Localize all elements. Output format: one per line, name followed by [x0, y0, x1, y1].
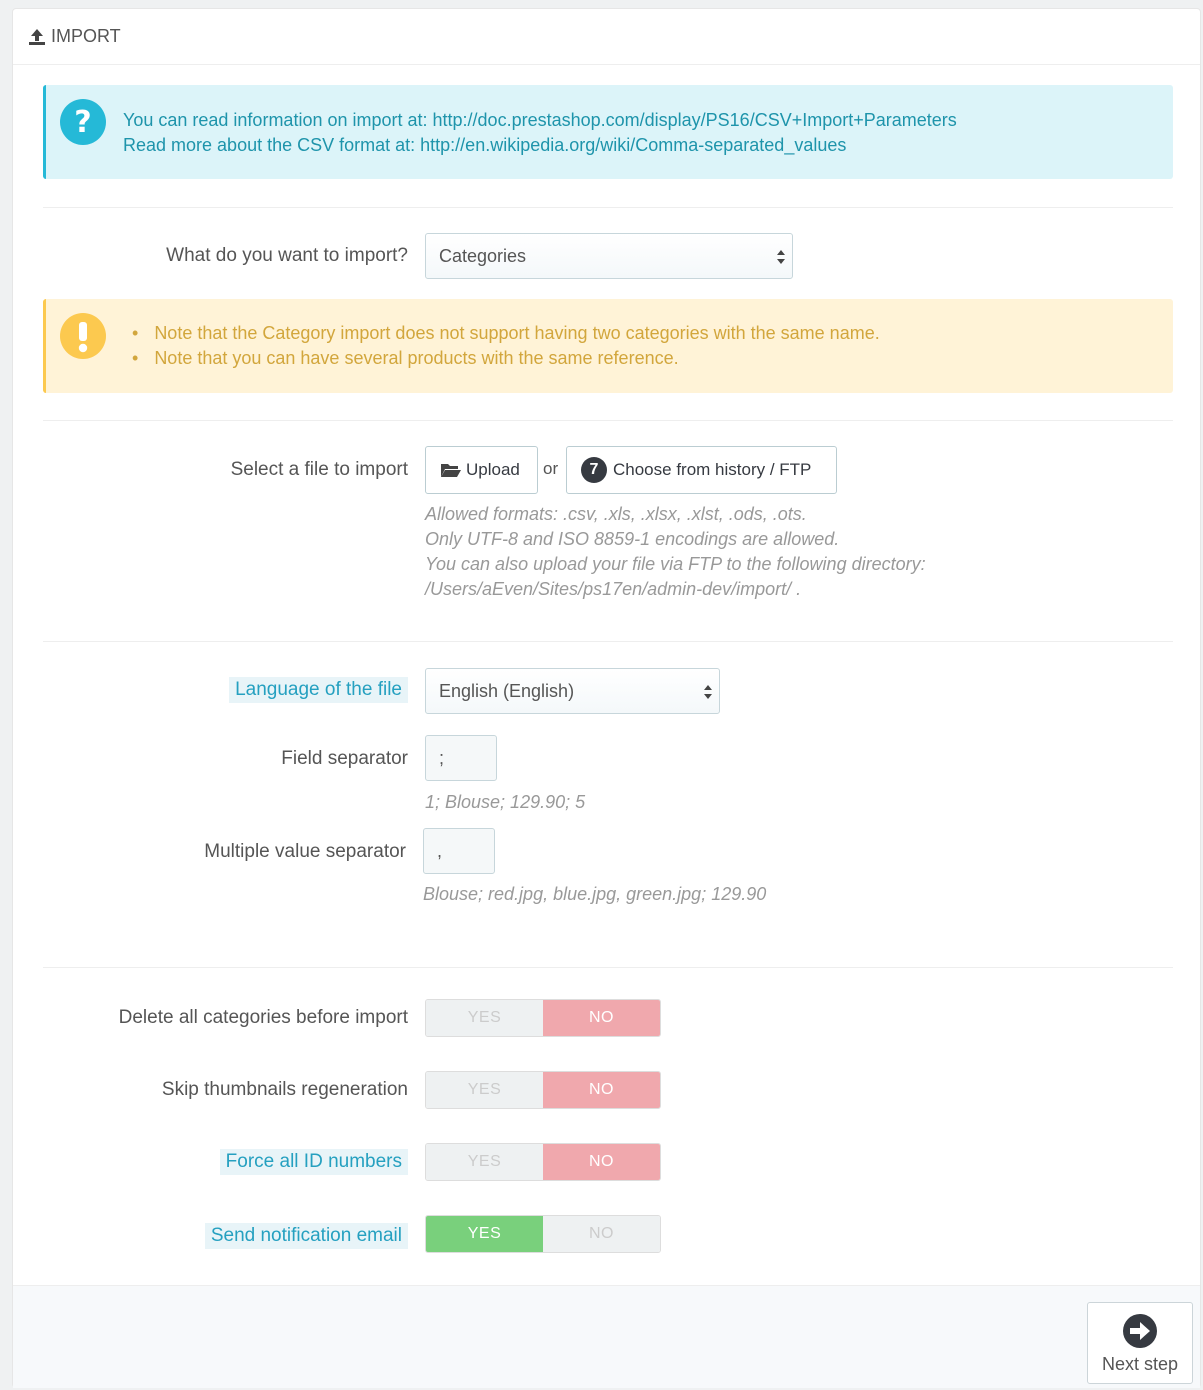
- send-email-switch[interactable]: YES NO: [425, 1215, 661, 1253]
- field-separator-help: 1; Blouse; 129.90; 5: [425, 792, 586, 812]
- history-button[interactable]: 7 Choose from history / FTP: [566, 446, 837, 494]
- skip-thumbnails-switch[interactable]: YES NO: [425, 1071, 661, 1109]
- send-email-label[interactable]: Send notification email: [204, 1223, 408, 1249]
- exclamation-icon: [60, 313, 106, 359]
- switch-no-option[interactable]: NO: [543, 1072, 660, 1108]
- switch-yes-option[interactable]: YES: [426, 1216, 543, 1252]
- field-separator-value: ;: [439, 747, 445, 768]
- warning-alert: Note that the Category import does not s…: [43, 299, 1173, 393]
- file-help-line: Allowed formats: .csv, .xls, .xlsx, .xls…: [425, 504, 807, 524]
- divider: [43, 641, 1173, 642]
- entity-label: What do you want to import?: [166, 245, 408, 266]
- next-step-label: Next step: [1101, 1353, 1179, 1374]
- multi-separator-label: Multiple value separator: [204, 841, 406, 862]
- switch-yes-option[interactable]: YES: [426, 1000, 543, 1036]
- switch-no-option[interactable]: NO: [543, 1000, 660, 1036]
- language-select-value: English (English): [439, 680, 575, 701]
- svg-text:?: ?: [74, 105, 91, 140]
- field-separator-label: Field separator: [281, 748, 408, 769]
- multi-separator-help: Blouse; red.jpg, blue.jpg, green.jpg; 12…: [423, 884, 767, 904]
- force-ids-switch[interactable]: YES NO: [425, 1143, 661, 1181]
- panel-footer: Next step: [13, 1285, 1200, 1388]
- import-panel: IMPORT ? You can read information on imp…: [12, 8, 1201, 1388]
- file-help-line: Only UTF-8 and ISO 8859-1 encodings are …: [425, 529, 840, 549]
- upload-label: Upload: [466, 460, 520, 479]
- divider: [43, 967, 1173, 968]
- file-help-line: /Users/aEven/Sites/ps17en/admin-dev/impo…: [425, 579, 802, 599]
- switch-no-option[interactable]: NO: [543, 1216, 660, 1252]
- select-arrows-icon: [704, 685, 712, 699]
- next-step-button[interactable]: Next step: [1087, 1302, 1193, 1384]
- switch-yes-option[interactable]: YES: [426, 1144, 543, 1180]
- history-label: Choose from history / FTP: [613, 460, 812, 479]
- info-alert: ? You can read information on import at:…: [43, 85, 1173, 179]
- field-separator-input[interactable]: ;: [425, 735, 497, 781]
- divider: [43, 207, 1173, 208]
- warning-item: Note that the Category import does not s…: [154, 321, 879, 346]
- question-icon: ?: [60, 99, 106, 145]
- multi-separator-input[interactable]: ,: [423, 828, 495, 874]
- delete-categories-label: Delete all categories before import: [118, 1007, 408, 1028]
- switch-no-option[interactable]: NO: [543, 1144, 660, 1180]
- switch-yes-option[interactable]: YES: [426, 1072, 543, 1108]
- entity-select[interactable]: Categories: [425, 233, 793, 279]
- info-line1-text: You can read information on import at:: [123, 110, 433, 130]
- skip-thumbnails-label: Skip thumbnails regeneration: [161, 1079, 408, 1100]
- warning-item: Note that you can have several products …: [154, 346, 880, 371]
- language-select[interactable]: English (English): [425, 668, 720, 714]
- multi-separator-value: ,: [437, 840, 443, 861]
- file-help: Allowed formats: .csv, .xls, .xlsx, .xls…: [425, 502, 926, 602]
- divider: [43, 420, 1173, 421]
- panel-title: IMPORT: [51, 26, 121, 46]
- language-label[interactable]: Language of the file: [229, 677, 408, 703]
- folder-open-icon: [441, 464, 461, 477]
- delete-categories-switch[interactable]: YES NO: [425, 999, 661, 1037]
- doc-link[interactable]: http://doc.prestashop.com/display/PS16/C…: [433, 110, 957, 130]
- or-text: or: [543, 459, 559, 478]
- upload-icon: [29, 28, 45, 45]
- panel-heading: IMPORT: [13, 9, 1200, 65]
- history-count-badge: 7: [581, 457, 607, 483]
- entity-select-value: Categories: [439, 245, 527, 266]
- csv-link[interactable]: http://en.wikipedia.org/wiki/Comma-separ…: [420, 135, 846, 155]
- arrow-circle-right-icon: [1123, 1313, 1157, 1348]
- upload-button[interactable]: Upload: [425, 446, 538, 494]
- file-label: Select a file to import: [230, 459, 408, 480]
- select-arrows-icon: [777, 250, 785, 264]
- file-help-line: You can also upload your file via FTP to…: [425, 554, 926, 574]
- force-ids-label[interactable]: Force all ID numbers: [219, 1149, 408, 1175]
- info-line2-text: Read more about the CSV format at:: [123, 135, 421, 155]
